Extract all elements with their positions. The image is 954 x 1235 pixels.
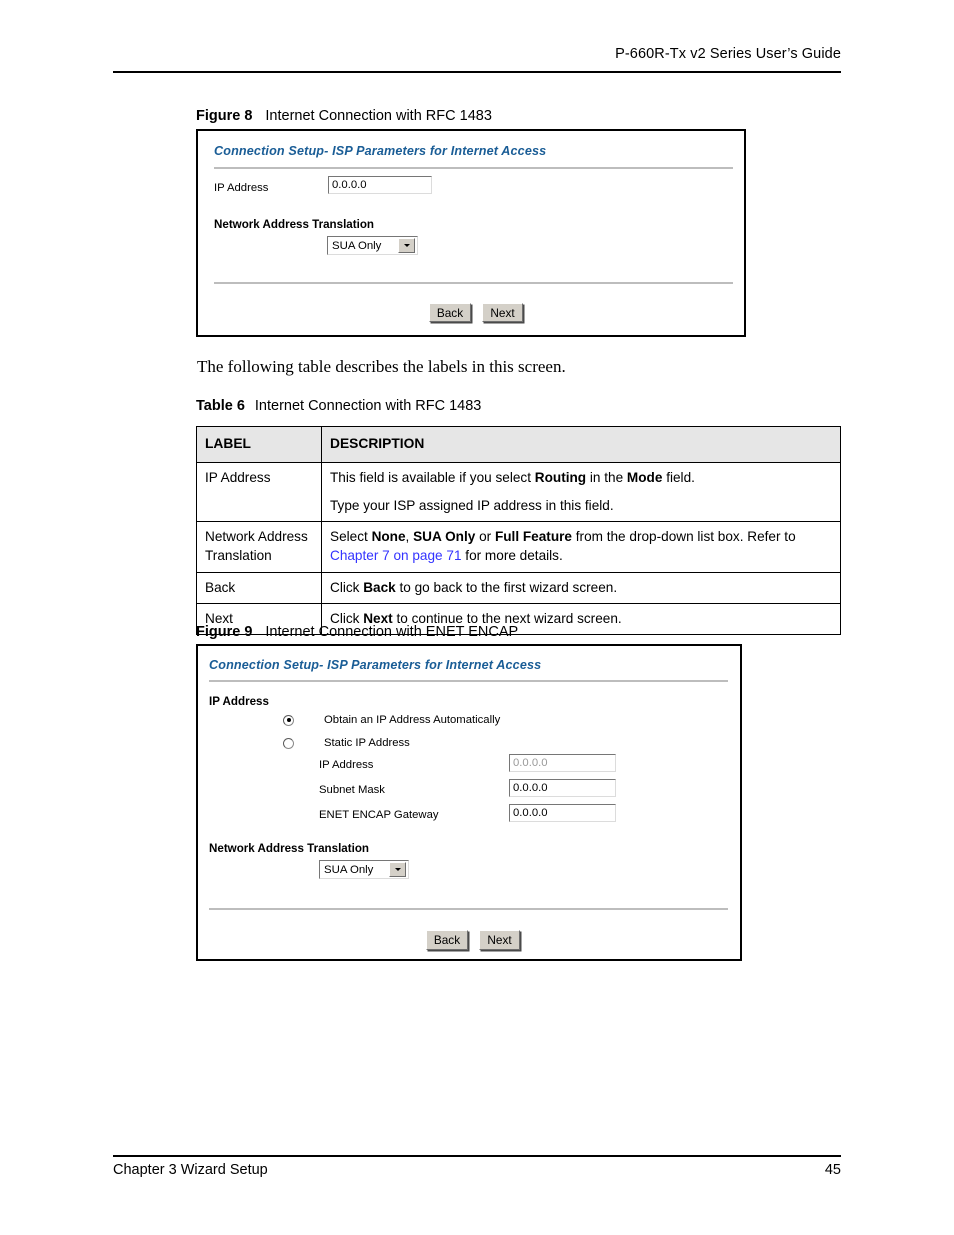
table-body: IP Address This field is available if you… <box>196 461 841 636</box>
figure-9-screenshot: Connection Setup- ISP Parameters for Int… <box>196 644 742 961</box>
emphasis-text: Mode <box>626 469 663 485</box>
body-text: for more details. <box>461 548 563 564</box>
cell-description: Select None, SUA Only or Full Feature fr… <box>321 521 841 573</box>
description-paragraph: This field is available if you select Ro… <box>330 468 832 487</box>
nat-select[interactable]: SUA Only <box>327 236 418 255</box>
radio-static-ip[interactable]: Static IP Address <box>283 737 410 749</box>
radio-static-ip-label: Static IP Address <box>324 737 410 749</box>
table-6-caption: Table 6 Internet Connection with RFC 1483 <box>196 398 481 414</box>
field-label-ip-address: IP Address <box>319 759 374 771</box>
table-header-row: LABEL DESCRIPTION <box>196 426 841 463</box>
cell-label: Back <box>196 571 322 605</box>
intro-paragraph: The following table describes the labels… <box>197 357 566 376</box>
description-paragraph: Click Back to go back to the first wizar… <box>330 578 832 597</box>
nat-heading: Network Address Translation <box>209 842 369 855</box>
cell-description: Click Back to go back to the first wizar… <box>321 571 841 605</box>
screen-title: Connection Setup- ISP Parameters for Int… <box>209 658 542 672</box>
table-6-title: Internet Connection with RFC 1483 <box>254 398 482 414</box>
figure-8-caption: Figure 8 Internet Connection with RFC 148… <box>196 108 492 124</box>
field-label-subnet-mask: Subnet Mask <box>319 784 385 796</box>
ip-address-section-heading: IP Address <box>209 695 269 708</box>
table-row: Network Address Translation Select None, … <box>196 521 841 573</box>
cell-label: Network Address Translation <box>196 521 322 573</box>
radio-icon-unselected[interactable] <box>283 737 294 749</box>
body-text: or <box>475 529 495 545</box>
emphasis-text: Full Feature <box>494 529 572 545</box>
screen-title: Connection Setup- ISP Parameters for Int… <box>214 144 547 158</box>
cell-description: This field is available if you select Ro… <box>321 461 841 523</box>
radio-obtain-automatically-label: Obtain an IP Address Automatically <box>324 714 501 726</box>
field-input-subnet-mask[interactable]: 0.0.0.0 <box>509 779 616 797</box>
nat-heading: Network Address Translation <box>214 218 374 231</box>
back-button[interactable]: Back <box>429 303 471 322</box>
table-row: IP Address This field is available if you… <box>196 461 841 523</box>
cell-label: IP Address <box>196 461 322 523</box>
screen-title-divider <box>209 680 728 682</box>
cross-reference-link[interactable]: Chapter 7 on page 71 <box>330 548 462 563</box>
figure-9-number: Figure 9 <box>196 624 253 640</box>
chevron-down-icon[interactable] <box>389 862 406 877</box>
body-text: in the <box>586 469 627 485</box>
next-button[interactable]: Next <box>479 930 520 950</box>
screen-footer-divider <box>214 282 733 284</box>
description-paragraph: Type your ISP assigned IP address in thi… <box>330 496 832 515</box>
figure-8-title: Internet Connection with RFC 1483 <box>265 108 492 124</box>
ip-address-input[interactable]: 0.0.0.0 <box>328 176 432 194</box>
figure-8-number: Figure 8 <box>196 108 253 124</box>
radio-icon-selected[interactable] <box>283 714 294 726</box>
nat-select[interactable]: SUA Only <box>319 860 409 879</box>
screen-footer-divider <box>209 908 728 910</box>
header-divider <box>113 71 841 73</box>
radio-obtain-automatically[interactable]: Obtain an IP Address Automatically <box>283 714 500 726</box>
ip-address-label: IP Address <box>214 182 269 194</box>
footer-divider <box>113 1155 841 1157</box>
table-row: Back Click Back to go back to the first w… <box>196 571 841 605</box>
body-text: This field is available if you select <box>330 469 535 485</box>
screen-title-divider <box>214 167 733 169</box>
nat-select-value: SUA Only <box>332 239 382 252</box>
emphasis-text: Routing <box>534 469 587 485</box>
body-text: field. <box>662 469 695 485</box>
body-text: Click <box>330 579 364 595</box>
back-button[interactable]: Back <box>426 930 468 950</box>
chevron-down-icon[interactable] <box>398 238 415 253</box>
nat-select-value: SUA Only <box>324 863 374 876</box>
figure-8-screenshot: Connection Setup- ISP Parameters for Int… <box>196 129 746 337</box>
column-header-label: LABEL <box>196 426 322 463</box>
table-6-number: Table 6 <box>196 398 245 414</box>
description-paragraph: Select None, SUA Only or Full Feature fr… <box>330 527 832 566</box>
body-text: Select <box>330 529 372 545</box>
emphasis-text: Back <box>363 579 396 595</box>
column-header-description: DESCRIPTION <box>321 426 841 463</box>
body-text: from the drop-down list box. Refer to <box>571 529 796 545</box>
field-label-enet-encap-gateway: ENET ENCAP Gateway <box>319 809 439 821</box>
next-button[interactable]: Next <box>482 303 523 322</box>
field-input-enet-encap-gateway[interactable]: 0.0.0.0 <box>509 804 616 822</box>
body-text: to go back to the first wizard screen. <box>395 579 618 595</box>
labels-table: LABEL DESCRIPTION IP Address This field i… <box>196 426 841 636</box>
body-text: Type your ISP assigned IP address in thi… <box>330 497 614 513</box>
figure-9-title: Internet Connection with ENET ENCAP <box>265 624 519 640</box>
figure-9-caption: Figure 9 Internet Connection with ENET EN… <box>196 624 518 640</box>
emphasis-text: SUA Only <box>413 529 476 545</box>
footer-page-number: 45 <box>824 1162 841 1178</box>
body-text: , <box>405 529 414 545</box>
page-header-title: P-660R-Tx v2 Series User’s Guide <box>615 46 841 62</box>
field-input-ip-address[interactable]: 0.0.0.0 <box>509 754 616 772</box>
emphasis-text: None <box>371 529 406 545</box>
